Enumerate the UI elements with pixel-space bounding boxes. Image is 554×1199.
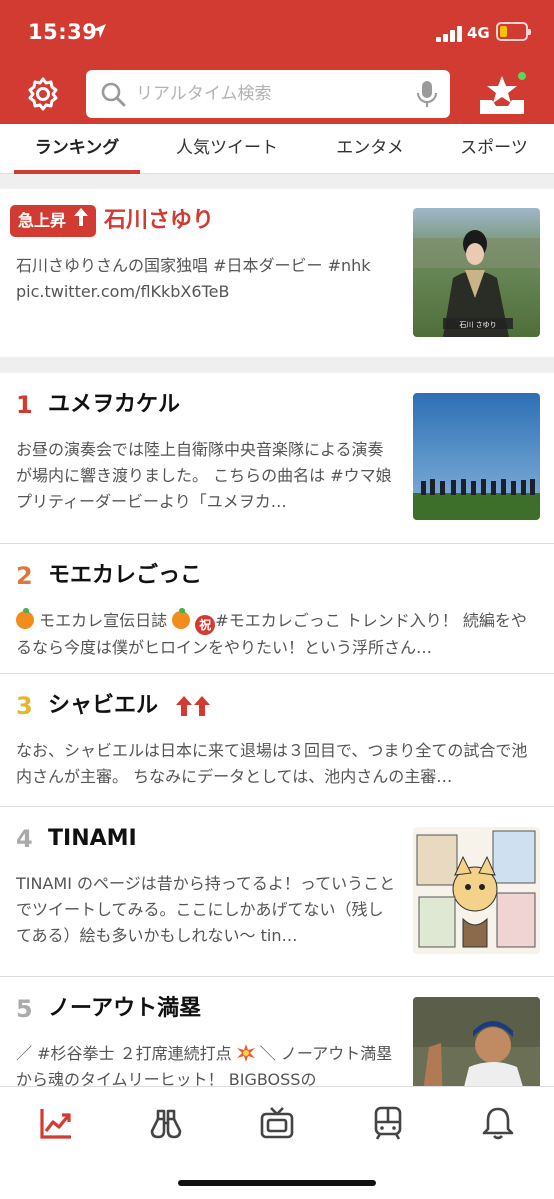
featured-snippet: 石川さゆりさんの国家独唱 #日本ダービー #nhk pic.twitter.co… [16, 253, 406, 305]
rising-badge: 急上昇 [10, 205, 96, 237]
featured-trend-card[interactable]: 急上昇 石川さゆり 石川さゆりさんの国家独唱 #日本ダービー #nhk pic.… [0, 189, 554, 357]
ranking-item-5[interactable]: 5 ノーアウト満塁 ／ #杉谷拳士 ２打席連続打点 ＼ ノーアウト満塁から魂のタ… [0, 976, 554, 1086]
search-icon [101, 82, 126, 107]
network-type: 4G [467, 24, 490, 42]
status-bar: 15:39 4G [0, 0, 554, 64]
featured-snippet-link[interactable]: pic.twitter.com/flKkbX6TeB [16, 279, 406, 305]
ranking-snippet: お昼の演奏会では陸上自衛隊中央音楽隊による演奏が場内に響き渡りました。 こちらの… [16, 440, 392, 511]
tab-entertainment[interactable]: エンタメ [318, 124, 422, 174]
gear-icon[interactable] [25, 76, 61, 112]
location-arrow-icon [92, 24, 106, 38]
ranking-title: ノーアウト満塁 [48, 996, 202, 1021]
collision-emoji-icon [236, 1044, 255, 1062]
ranking-snippet-part: モエカレ宣伝日誌 [39, 611, 168, 630]
ranking-thumbnail[interactable] [413, 827, 540, 954]
rank-number: 3 [16, 692, 33, 720]
tab-popular-tweets[interactable]: 人気ツイート [160, 124, 294, 174]
ranking-snippet-part: ／ #杉谷拳士 ２打席連続打点 [16, 1044, 232, 1063]
rank-number: 2 [16, 562, 33, 590]
train-icon[interactable] [370, 1105, 406, 1141]
featured-snippet-line: 石川さゆりさんの国家独唱 #日本ダービー #nhk [16, 256, 371, 275]
featured-title: 石川さゆり [104, 208, 215, 233]
battery-icon [496, 22, 531, 41]
notification-dot [516, 70, 528, 82]
rank-number: 1 [16, 391, 33, 419]
chart-icon[interactable] [38, 1105, 74, 1141]
status-time: 15:39 [28, 20, 98, 44]
search-box[interactable] [86, 70, 450, 118]
ranking-thumbnail[interactable] [413, 393, 540, 520]
ranking-item-2[interactable]: 2 モエカレごっこ モエカレ宣伝日誌 祝 #モエカレごっこ トレンド入り！ 続編を… [0, 543, 554, 673]
app-header: 15:39 4G [0, 0, 554, 124]
ranking-snippet: ／ #杉谷拳士 ２打席連続打点 ＼ ノーアウト満塁から魂のタイムリーヒット！ B… [16, 1041, 398, 1086]
category-tabs: ランキング 人気ツイート エンタメ スポーツ [0, 124, 554, 174]
signal-icon [436, 26, 462, 42]
orange-emoji-icon [16, 608, 34, 629]
ranking-title: シャビエル [48, 693, 159, 718]
rising-arrows-icon [176, 696, 210, 716]
tab-sports[interactable]: スポーツ [446, 124, 542, 174]
thumb-caption: 石川 さゆり [459, 321, 496, 329]
search-input[interactable] [136, 78, 406, 110]
orange-emoji-icon [172, 608, 191, 629]
home-indicator [178, 1180, 376, 1186]
ranking-item-1[interactable]: 1 ユメヲカケル お昼の演奏会では陸上自衛隊中央音楽隊による演奏が場内に響き渡り… [0, 373, 554, 543]
rising-badge-label: 急上昇 [18, 211, 67, 230]
ranking-title: TINAMI [48, 826, 137, 851]
ranking-snippet: TINAMI のページは昔から持ってるよ！っていうことでツイートしてみる。ここに… [16, 874, 396, 945]
binoculars-icon[interactable] [148, 1105, 184, 1141]
microphone-icon[interactable] [416, 80, 438, 108]
post-star-button[interactable] [474, 70, 530, 118]
arrow-up-icon [73, 208, 88, 226]
ranking-thumbnail[interactable] [413, 997, 540, 1086]
rank-number: 4 [16, 825, 33, 853]
ranking-item-3[interactable]: 3 シャビエル なお、シャビエルは日本に来て退場は３回目で、つまり全ての試合で池… [0, 673, 554, 806]
ranking-item-4[interactable]: 4 TINAMI TINAMI のページは昔から持ってるよ！っていうことでツイー… [0, 806, 554, 976]
bell-icon[interactable] [480, 1105, 516, 1141]
ranking-title: モエカレごっこ [48, 563, 203, 588]
celebration-emoji-icon: 祝 [195, 615, 216, 635]
tab-ranking[interactable]: ランキング [14, 124, 140, 174]
tv-icon[interactable] [259, 1105, 295, 1141]
ranking-snippet: モエカレ宣伝日誌 祝 #モエカレごっこ トレンド入り！ 続編をやるなら今度は僕がヒ… [16, 608, 538, 660]
ranking-snippet: なお、シャビエルは日本に来て退場は３回目で、つまり全ての試合で池内さんが主審。 … [16, 741, 528, 786]
ranking-title: ユメヲカケル [48, 392, 181, 417]
featured-thumbnail[interactable]: 石川 さゆり [413, 208, 540, 337]
rank-number: 5 [16, 995, 33, 1023]
